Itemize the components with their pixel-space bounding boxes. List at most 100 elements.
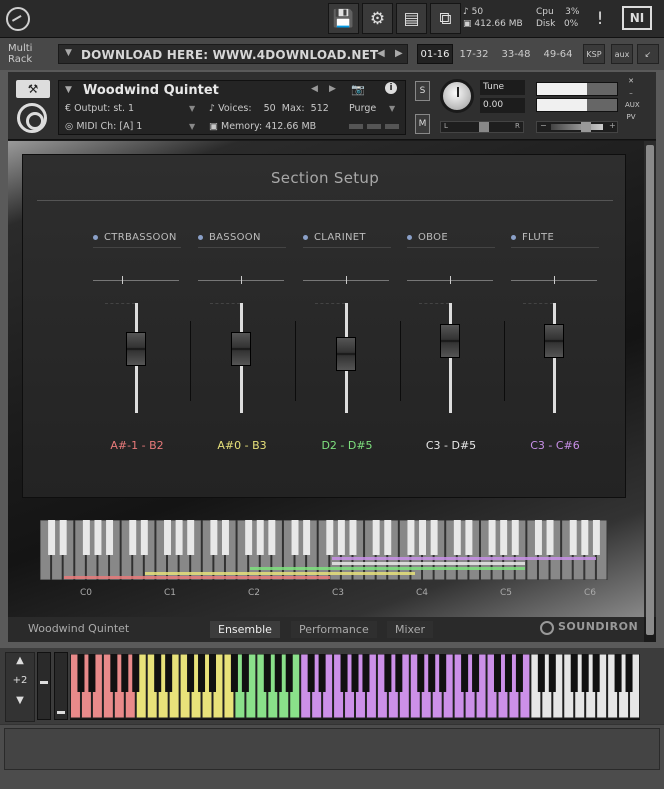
aux-button[interactable]: aux: [611, 44, 633, 64]
purge-menu[interactable]: Purge: [349, 103, 376, 114]
multi-preset-selector[interactable]: ▼ DOWNLOAD HERE: WWW.4DOWNLOAD.NET ◀ ▶: [58, 44, 408, 64]
volume-handle[interactable]: [581, 122, 591, 132]
volume-fader[interactable]: [544, 324, 564, 359]
midi-row[interactable]: ◎ MIDI Ch: [A] 1: [65, 121, 142, 132]
kontakt-logo-icon[interactable]: [6, 7, 30, 31]
tab-performance[interactable]: Performance: [291, 621, 377, 638]
octave-shift-control[interactable]: ▲ +2 ▼: [5, 652, 35, 722]
pan-marker[interactable]: [450, 276, 451, 284]
piano-key-black[interactable]: [274, 654, 282, 692]
volume-fader[interactable]: [231, 331, 251, 366]
enable-dot-icon[interactable]: [511, 234, 516, 240]
ni-logo[interactable]: NI: [622, 6, 652, 30]
midi-dropdown-icon[interactable]: ▼: [189, 122, 195, 131]
ksp-button[interactable]: KSP: [583, 44, 605, 64]
piano-key-black[interactable]: [340, 654, 348, 692]
piano-key-black[interactable]: [384, 654, 392, 692]
tune-knob[interactable]: [440, 79, 474, 113]
instrument-name-label[interactable]: CTRBASSOON: [93, 232, 183, 243]
output-row[interactable]: € Output: st. 1: [65, 103, 134, 114]
alert-icon[interactable]: !: [590, 3, 610, 34]
piano-key-black[interactable]: [88, 654, 96, 692]
enable-dot-icon[interactable]: [93, 234, 98, 240]
piano-key-black[interactable]: [581, 654, 589, 692]
solo-button[interactable]: S: [415, 81, 430, 101]
save-icon[interactable]: 💾: [328, 3, 359, 34]
volume-fader[interactable]: [336, 337, 356, 372]
collapse-icon[interactable]: ↙: [637, 44, 659, 64]
instrument-name-label[interactable]: CLARINET: [303, 232, 393, 243]
tab-ensemble[interactable]: Ensemble: [210, 621, 280, 638]
piano-key-black[interactable]: [307, 654, 315, 692]
pan-line[interactable]: [93, 280, 179, 281]
mod-wheel-handle[interactable]: [57, 711, 65, 714]
rack-page-01-16[interactable]: 01-16: [417, 44, 453, 64]
previous-instrument-icon[interactable]: ◀: [311, 84, 318, 94]
piano-key-black[interactable]: [121, 654, 129, 692]
pan-marker[interactable]: [346, 276, 347, 284]
piano-key-black[interactable]: [285, 654, 293, 692]
max-voices-value[interactable]: 512: [311, 103, 329, 114]
piano-key-black[interactable]: [472, 654, 480, 692]
piano-key-black[interactable]: [428, 654, 436, 692]
piano-key-black[interactable]: [198, 654, 206, 692]
instrument-name-label[interactable]: OBOE: [407, 232, 497, 243]
piano-key-black[interactable]: [318, 654, 326, 692]
gear-icon[interactable]: ⚙: [362, 3, 393, 34]
main-keyboard[interactable]: [70, 654, 640, 720]
piano-key-black[interactable]: [625, 654, 633, 692]
tab-mixer[interactable]: Mixer: [387, 621, 434, 638]
instrument-name-label[interactable]: BASSOON: [198, 232, 288, 243]
pan-slider[interactable]: L R: [440, 121, 524, 133]
pan-marker[interactable]: [554, 276, 555, 284]
pan-marker[interactable]: [122, 276, 123, 284]
minimize-icon[interactable]: –: [625, 87, 637, 99]
volume-fader[interactable]: [440, 324, 460, 359]
piano-key-black[interactable]: [154, 654, 162, 692]
close-icon[interactable]: ✕: [625, 75, 637, 87]
piano-key-black[interactable]: [132, 654, 140, 692]
rack-page-17-32[interactable]: 17-32: [456, 44, 492, 64]
purge-dropdown-icon[interactable]: ▼: [389, 104, 395, 113]
piano-key-black[interactable]: [77, 654, 85, 692]
piano-key-black[interactable]: [362, 654, 370, 692]
pan-marker[interactable]: [241, 276, 242, 284]
tune-value[interactable]: 0.00: [480, 98, 525, 113]
pv-toggle[interactable]: PV: [625, 111, 637, 123]
piano-key-black[interactable]: [110, 654, 118, 692]
enable-dot-icon[interactable]: [303, 234, 308, 240]
piano-key-black[interactable]: [548, 654, 556, 692]
rack-page-33-48[interactable]: 33-48: [496, 44, 536, 64]
piano-key-black[interactable]: [165, 654, 173, 692]
piano-key-black[interactable]: [439, 654, 447, 692]
piano-key-black[interactable]: [614, 654, 622, 692]
volume-slider[interactable]: − +: [536, 121, 618, 133]
piano-key-black[interactable]: [230, 654, 238, 692]
scrollbar-thumb[interactable]: [646, 145, 654, 635]
piano-key-black[interactable]: [537, 654, 545, 692]
volume-fader[interactable]: [126, 331, 146, 366]
piano-key-black[interactable]: [417, 654, 425, 692]
wrench-icon[interactable]: ⚒: [16, 80, 50, 98]
dropdown-arrow-icon[interactable]: ▼: [65, 48, 72, 58]
view-layout-icon[interactable]: ▤: [396, 3, 427, 34]
camera-icon[interactable]: 📷: [351, 83, 365, 96]
piano-key-black[interactable]: [187, 654, 195, 692]
next-preset-icon[interactable]: ▶: [395, 48, 403, 59]
enable-dot-icon[interactable]: [198, 234, 203, 240]
piano-key-black[interactable]: [395, 654, 403, 692]
output-dropdown-icon[interactable]: ▼: [189, 104, 195, 113]
rack-page-49-64[interactable]: 49-64: [538, 44, 578, 64]
aux-toggle[interactable]: AUX: [625, 99, 640, 111]
piano-key-black[interactable]: [515, 654, 523, 692]
pitch-bend-wheel[interactable]: [37, 652, 51, 720]
piano-key-black[interactable]: [351, 654, 359, 692]
mute-button[interactable]: M: [415, 114, 430, 134]
piano-key-black[interactable]: [504, 654, 512, 692]
octave-up-icon[interactable]: ▲: [6, 653, 34, 669]
octave-down-icon[interactable]: ▼: [6, 693, 34, 709]
pitch-bend-handle[interactable]: [40, 681, 48, 684]
previous-preset-icon[interactable]: ◀: [377, 48, 385, 59]
piano-key-black[interactable]: [592, 654, 600, 692]
piano-key-black[interactable]: [461, 654, 469, 692]
